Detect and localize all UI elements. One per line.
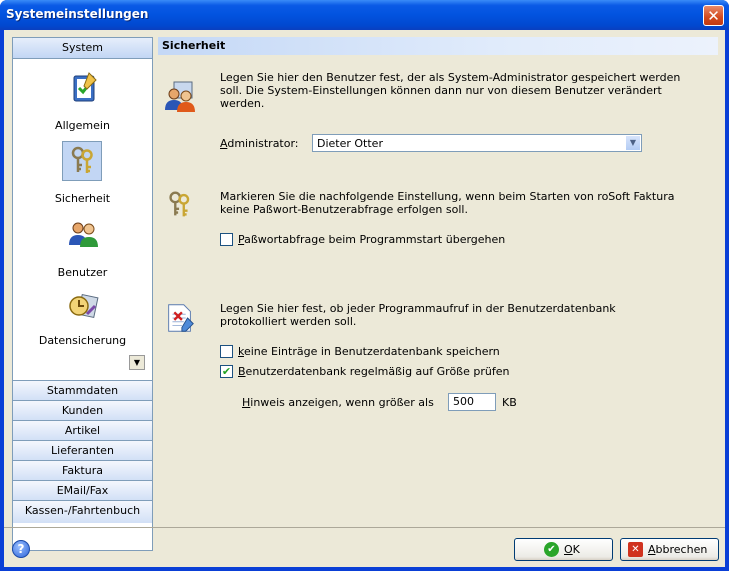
sidebar-item-benutzer[interactable]: Benutzer <box>13 214 152 279</box>
footer-separator <box>4 527 725 528</box>
category-kassen-fahrtenbuch[interactable]: Kassen-/Fahrtenbuch <box>13 500 152 523</box>
check-db-size-label[interactable]: Benutzerdatenbank regelmäßig auf Größe p… <box>238 365 509 378</box>
administrator-label: Administrator: <box>220 137 299 150</box>
chevron-down-icon[interactable]: ▼ <box>626 136 640 150</box>
administrator-dropdown[interactable]: Dieter Otter ▼ <box>312 134 642 152</box>
keys-icon <box>169 191 190 217</box>
client-area: System Allgemein Sicherheit Benutzer Dat… <box>4 30 725 567</box>
password-description-line: keine Paßwort-Benutzerabfrage erfolgen s… <box>220 203 468 216</box>
check-icon: ✔ <box>544 542 559 557</box>
section-title: Sicherheit <box>158 37 718 55</box>
administrator-value: Dieter Otter <box>317 137 383 150</box>
log-document-icon <box>168 304 194 332</box>
category-kunden[interactable]: Kunden <box>13 400 152 420</box>
cancel-icon: ✕ <box>628 542 643 557</box>
sidebar-item-label: Allgemein <box>55 119 110 132</box>
no-db-entries-checkbox[interactable] <box>220 345 233 358</box>
keys-icon <box>71 146 93 173</box>
admin-description-line: Legen Sie hier den Benutzer fest, der al… <box>220 71 681 84</box>
sidebar-scroll-down-button[interactable]: ▼ <box>129 355 145 370</box>
sidebar-item-datensicherung[interactable]: Datensicherung <box>13 286 152 347</box>
category-email-fax[interactable]: EMail/Fax <box>13 480 152 500</box>
close-button[interactable]: ✕ <box>703 5 724 26</box>
size-unit-label: KB <box>502 396 517 409</box>
skip-password-checkbox[interactable] <box>220 233 233 246</box>
sidebar-item-allgemein[interactable]: Allgemein <box>13 66 152 132</box>
window-title: Systemeinstellungen <box>6 7 149 21</box>
logging-description-line: protokolliert werden soll. <box>220 315 357 328</box>
sidebar-item-label: Benutzer <box>57 266 108 279</box>
admin-description-line: soll. Die System-Einstellungen können da… <box>220 84 662 97</box>
logging-description-line: Legen Sie hier fest, ob jeder Programmau… <box>220 302 616 315</box>
sidebar-item-sicherheit[interactable]: Sicherheit <box>13 139 152 205</box>
check-db-size-checkbox[interactable]: ✔ <box>220 365 233 378</box>
cancel-button-label: Abbrechen <box>648 543 708 556</box>
category-faktura[interactable]: Faktura <box>13 460 152 480</box>
admin-users-icon <box>165 81 195 112</box>
dialog-window: Systemeinstellungen ✕ System Allgemein S… <box>0 0 729 571</box>
users-icon <box>68 222 98 247</box>
ok-button[interactable]: ✔ OK <box>514 538 613 561</box>
cancel-button[interactable]: ✕ Abbrechen <box>620 538 719 561</box>
no-db-entries-label[interactable]: keine Einträge in Benutzerdatenbank spei… <box>238 345 500 358</box>
sidebar: System Allgemein Sicherheit Benutzer Dat… <box>12 37 153 551</box>
ok-button-label: OK <box>564 543 580 556</box>
main-panel: Sicherheit Legen Sie hier den Benutzer f… <box>154 37 720 547</box>
skip-password-label[interactable]: Paßwortabfrage beim Programmstart überge… <box>238 233 505 246</box>
sidebar-item-label: Datensicherung <box>38 334 127 347</box>
sidebar-item-label: Sicherheit <box>54 192 111 205</box>
admin-description-line: werden. <box>220 97 265 110</box>
backup-icon <box>68 293 98 319</box>
password-description-line: Markieren Sie die nachfolgende Einstellu… <box>220 190 675 203</box>
clipboard-check-icon <box>73 72 97 102</box>
title-bar[interactable]: Systemeinstellungen ✕ <box>0 0 729 30</box>
category-stammdaten[interactable]: Stammdaten <box>13 380 152 400</box>
size-hint-label: Hinweis anzeigen, wenn größer als <box>242 396 434 409</box>
category-lieferanten[interactable]: Lieferanten <box>13 440 152 460</box>
category-artikel[interactable]: Artikel <box>13 420 152 440</box>
size-threshold-input[interactable]: 500 <box>448 393 496 411</box>
sidebar-header-system[interactable]: System <box>13 38 152 59</box>
help-button[interactable]: ? <box>12 540 30 558</box>
